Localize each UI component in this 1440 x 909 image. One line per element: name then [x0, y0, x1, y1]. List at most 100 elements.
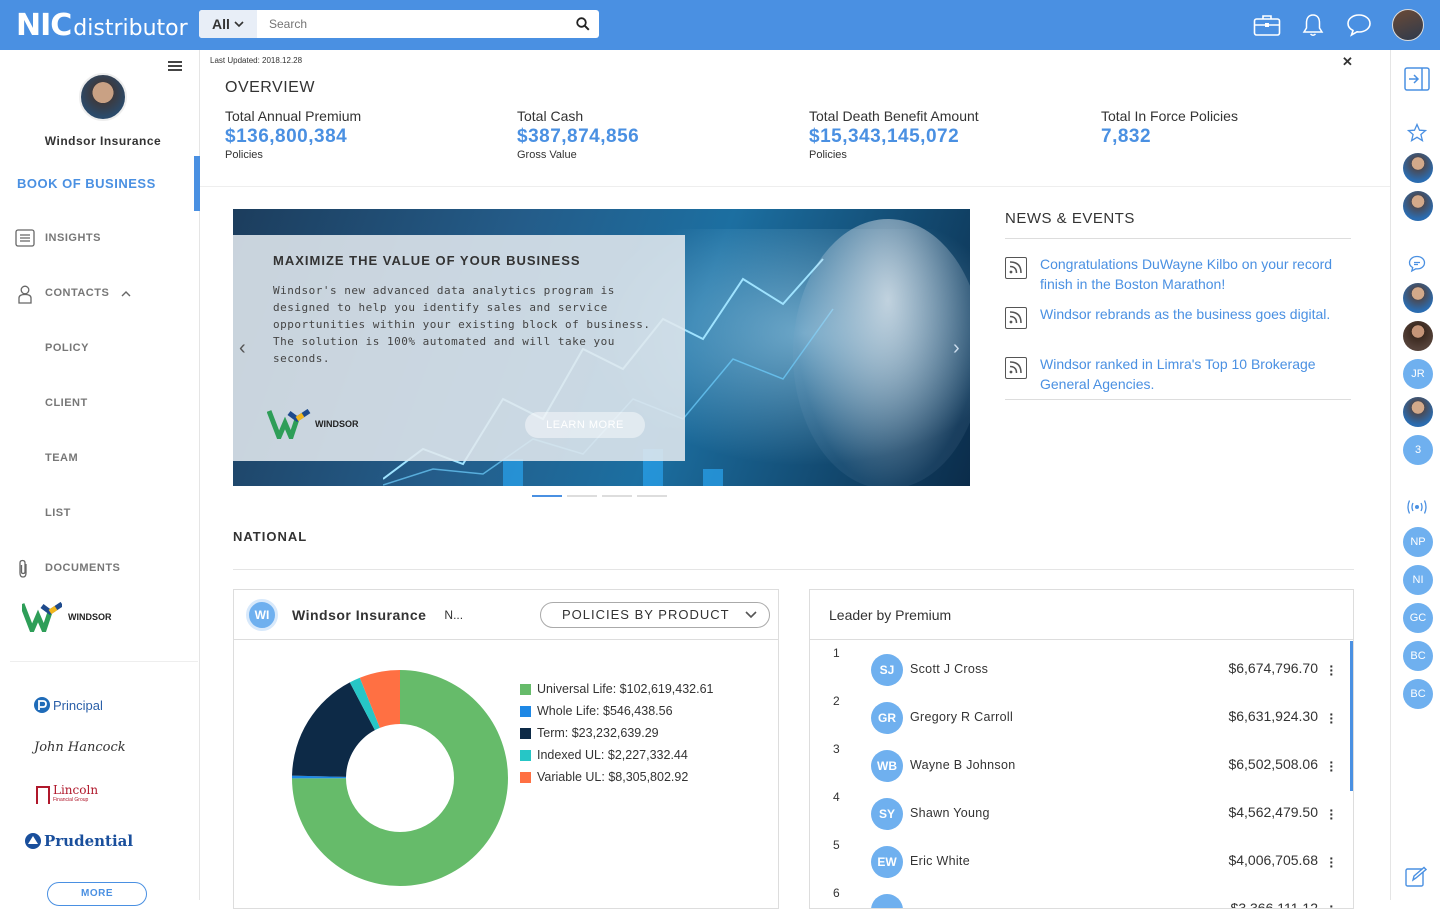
more-options-icon[interactable]: ···: [1329, 899, 1334, 908]
carousel-dot[interactable]: [602, 495, 632, 497]
leader-amount: $4,006,705.68: [1228, 852, 1318, 868]
legend-label: Term: $23,232,639.29: [537, 726, 659, 740]
leader-avatar: SY: [871, 798, 903, 830]
legend-item[interactable]: Whole Life: $546,438.56: [520, 700, 714, 722]
live-contact-avatar[interactable]: BC: [1403, 641, 1433, 671]
live-contact-avatar[interactable]: NP: [1403, 527, 1433, 557]
nav-client[interactable]: CLIENT: [0, 388, 200, 418]
carousel-dot[interactable]: [532, 495, 562, 497]
partner-lincoln-label: Lincoln: [53, 783, 99, 797]
messages-button[interactable]: [1336, 0, 1382, 50]
briefcase-icon: [1253, 15, 1281, 36]
nav-contacts-label: CONTACTS: [45, 287, 110, 299]
left-sidebar: Windsor Insurance BOOK OF BUSINESS INSIG…: [0, 50, 200, 906]
partner-john-hancock[interactable]: John Hancock: [34, 740, 126, 755]
more-options-icon[interactable]: ···: [1329, 803, 1334, 825]
partner-principal[interactable]: Principal: [33, 696, 103, 714]
chat-count-badge[interactable]: 3: [1403, 435, 1433, 465]
news-item: Windsor rebrands as the business goes di…: [1005, 304, 1351, 329]
nav-documents[interactable]: DOCUMENTS: [0, 553, 200, 583]
more-options-icon[interactable]: ···: [1329, 659, 1334, 681]
leader-row[interactable]: 3 WB Wayne B Johnson $6,502,508.06 · · ·: [810, 742, 1350, 794]
leader-rank: 1: [833, 646, 840, 660]
partner-lincoln[interactable]: Lincoln Financial Group: [36, 783, 99, 805]
search-input[interactable]: [257, 11, 571, 37]
news-link[interactable]: Windsor ranked in Limra's Top 10 Brokera…: [1040, 354, 1340, 394]
carousel-title: MAXIMIZE THE VALUE OF YOUR BUSINESS: [273, 253, 581, 268]
legend-item[interactable]: Variable UL: $8,305,802.92: [520, 766, 714, 788]
leader-row[interactable]: 1 SJ Scott J Cross $6,674,796.70 · · ·: [810, 646, 1350, 698]
legend-item[interactable]: Universal Life: $102,619,432.61: [520, 678, 714, 700]
windsor-logo-icon: [22, 602, 62, 632]
chat-contact-avatar[interactable]: [1403, 397, 1433, 427]
more-partners-button[interactable]: MORE: [47, 882, 147, 906]
leader-row[interactable]: 2 GR Gregory R Carroll $6,631,924.30 · · ·: [810, 694, 1350, 746]
chart-type-dropdown[interactable]: POLICIES BY PRODUCT: [540, 601, 770, 628]
learn-more-button[interactable]: LEARN MORE: [525, 412, 645, 438]
live-contact-avatar[interactable]: BC: [1403, 679, 1433, 709]
leader-scrollbar[interactable]: [1350, 641, 1353, 791]
chat-contact-avatar[interactable]: JR: [1403, 359, 1433, 389]
leader-avatar: GR: [871, 702, 903, 734]
briefcase-button[interactable]: [1244, 0, 1290, 50]
user-avatar[interactable]: [1392, 9, 1424, 41]
nav-book-of-business[interactable]: BOOK OF BUSINESS: [0, 156, 200, 211]
leader-row[interactable]: 5 EW Eric White $4,006,705.68 · · ·: [810, 838, 1350, 890]
star-icon[interactable]: [1407, 123, 1427, 143]
chat-icon[interactable]: [1408, 255, 1426, 273]
logo-main: NIC: [16, 8, 72, 43]
stat-sub: Policies: [809, 149, 847, 161]
leader-row[interactable]: 4 SY Shawn Young $4,562,479.50 · · ·: [810, 790, 1350, 842]
more-options-icon[interactable]: ···: [1329, 707, 1334, 729]
profile-avatar: [79, 73, 127, 121]
news-link[interactable]: Congratulations DuWayne Kilbo on your re…: [1040, 254, 1340, 294]
promo-carousel[interactable]: MAXIMIZE THE VALUE OF YOUR BUSINESS Wind…: [233, 209, 970, 486]
nav-insights[interactable]: INSIGHTS: [0, 223, 200, 253]
legend-item[interactable]: Term: $23,232,639.29: [520, 722, 714, 744]
broadcast-icon[interactable]: [1405, 498, 1429, 516]
carousel-dot[interactable]: [567, 495, 597, 497]
stat-in-force-policies: Total In Force Policies 7,832: [1101, 108, 1238, 148]
carousel-dot[interactable]: [637, 495, 667, 497]
compose-icon[interactable]: [1405, 866, 1427, 888]
nav-list[interactable]: LIST: [0, 498, 200, 528]
more-options-icon[interactable]: ···: [1329, 755, 1334, 777]
search-button[interactable]: [571, 12, 595, 36]
live-contact-avatar[interactable]: NI: [1403, 565, 1433, 595]
legend-label: Whole Life: $546,438.56: [537, 704, 673, 718]
top-bar: NICdistributor All: [0, 0, 1440, 50]
collapse-panel-icon[interactable]: [1404, 67, 1430, 91]
more-options-icon[interactable]: ···: [1329, 851, 1334, 873]
stat-value: $136,800,384: [225, 126, 348, 147]
live-contact-avatar[interactable]: GC: [1403, 603, 1433, 633]
search-bar: All: [199, 10, 599, 38]
legend-item[interactable]: Indexed UL: $2,227,332.44: [520, 744, 714, 766]
stat-annual-premium: Total Annual Premium $136,800,384 Polici…: [225, 108, 361, 161]
stat-value: $387,874,856: [517, 126, 640, 147]
chat-contact-avatar[interactable]: [1403, 283, 1433, 313]
menu-icon[interactable]: [168, 59, 182, 73]
carousel-prev-button[interactable]: ‹: [239, 337, 246, 360]
leader-name: Shawn Young: [910, 806, 990, 820]
stat-label: Total Cash: [517, 108, 584, 124]
favorite-contact-avatar[interactable]: [1403, 191, 1433, 221]
favorite-contact-avatar[interactable]: [1403, 153, 1433, 183]
search-scope-select[interactable]: All: [199, 10, 257, 38]
carousel-next-button[interactable]: ›: [953, 337, 960, 360]
close-icon[interactable]: ✕: [1342, 54, 1353, 70]
partner-prudential[interactable]: Prudential: [24, 832, 133, 850]
nav-team[interactable]: TEAM: [0, 443, 200, 473]
news-link[interactable]: Windsor rebrands as the business goes di…: [1040, 304, 1340, 329]
app-logo[interactable]: NICdistributor: [16, 8, 188, 43]
policies-card: WI Windsor Insurance N... POLICIES BY PR…: [233, 589, 779, 909]
logo-sub: distributor: [73, 16, 188, 41]
nav-policy[interactable]: POLICY: [0, 333, 200, 363]
leader-name: Gregory R Carroll: [910, 710, 1014, 724]
nav-contacts[interactable]: CONTACTS: [0, 278, 200, 308]
chat-contact-avatar[interactable]: [1403, 321, 1433, 351]
windsor-logo-text: WINDSOR: [68, 612, 112, 622]
stat-sub: Policies: [225, 149, 263, 161]
notifications-button[interactable]: [1290, 0, 1336, 50]
principal-logo-icon: [34, 697, 50, 713]
stat-value: $15,343,145,072: [809, 126, 960, 147]
